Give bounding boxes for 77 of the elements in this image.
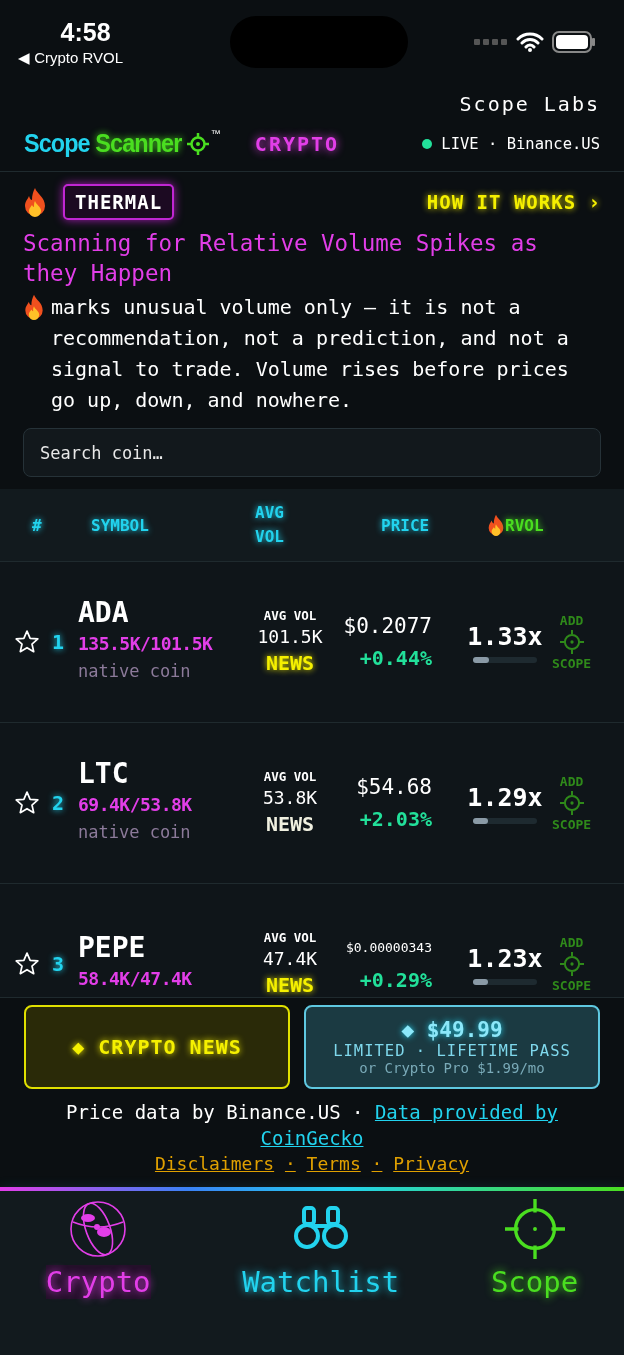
coin-note: native coin: [78, 660, 192, 683]
link-separator: ·: [371, 1153, 383, 1174]
price-change: +0.44%: [359, 645, 432, 672]
tab[interactable]: Crypto: [39, 1197, 157, 1311]
crosshair-icon: [559, 630, 584, 654]
signal-icon: [474, 38, 508, 46]
rank-number: 3: [50, 952, 65, 976]
disclaimer-text: marks unusual volume only — it is not a recommendation, not a prediction, and not a signal to trade. Volume rises before prices go up, down, and nowhere.: [51, 294, 570, 414]
column-header[interactable]: #: [32, 515, 42, 535]
search-field[interactable]: Search coin…: [23, 428, 601, 477]
trademark-mark: ™: [210, 128, 221, 139]
crosshair-icon: [559, 952, 584, 976]
rank-number: 1: [50, 630, 65, 654]
status-time: 4:58: [60, 17, 111, 47]
company-name: Scope Labs: [458, 91, 601, 116]
how-it-works-link[interactable]: HOW IT WORKS ›: [426, 191, 601, 213]
crosshair-icon: [186, 132, 209, 155]
news-link[interactable]: NEWS: [265, 809, 315, 839]
column-header[interactable]: PRICE: [381, 515, 430, 535]
add-scope-button[interactable]: ADD SCOPE: [552, 774, 592, 832]
coingecko-link[interactable]: CoinGecko: [260, 1127, 364, 1149]
coin-symbol[interactable]: LTC: [78, 757, 246, 791]
column-header[interactable]: AVG VOL: [255, 501, 305, 549]
rvol-value: 1.33x: [467, 621, 543, 651]
column-header[interactable]: SYMBOL: [91, 515, 149, 535]
volume-ratio: 69.4K/53.8K: [78, 793, 193, 817]
battery-icon: [552, 31, 596, 53]
star-icon[interactable]: [14, 790, 40, 816]
wifi-icon: [516, 32, 544, 52]
rvol-value: 1.23x: [467, 943, 543, 973]
link-separator: ·: [284, 1153, 296, 1174]
rvol-value: 1.29x: [467, 782, 543, 812]
tab[interactable]: Scope: [484, 1197, 585, 1311]
star-icon[interactable]: [14, 629, 40, 655]
price-change: +0.29%: [359, 967, 432, 994]
crosshair-icon: [503, 1199, 566, 1259]
price-source: Price data by Binance.US ·: [66, 1101, 364, 1123]
add-scope-button[interactable]: ADD SCOPE: [552, 613, 592, 671]
avg-vol-label: AVG VOL: [263, 929, 317, 947]
volume-ratio: 58.4K/47.4K: [78, 967, 193, 991]
legal-link[interactable]: Privacy: [393, 1153, 470, 1174]
avg-vol-label: AVG VOL: [263, 607, 317, 625]
avg-vol-label: AVG VOL: [263, 768, 317, 786]
price-change: +2.03%: [359, 806, 432, 833]
coin-price: $0.2077: [343, 613, 432, 640]
lifetime-pass-button[interactable]: ◆ $49.99 LIMITED · LIFETIME PASS or Crypto Pro $1.99/mo: [304, 1005, 600, 1089]
flame-icon: [23, 187, 47, 217]
rank-number: 2: [50, 791, 65, 815]
globe-icon: [69, 1199, 128, 1259]
thermal-badge: THERMAL: [63, 184, 175, 220]
coin-symbol[interactable]: PEPE: [78, 931, 246, 965]
crosshair-icon: [559, 791, 584, 815]
tagline: Scanning for Relative Volume Spikes as they Happen: [23, 229, 539, 288]
column-header[interactable]: RVOL: [505, 515, 544, 535]
legal-link[interactable]: Disclaimers: [154, 1153, 275, 1174]
news-link[interactable]: NEWS: [265, 970, 315, 997]
market-label: CRYPTO: [254, 131, 340, 156]
live-dot-icon: [422, 138, 433, 149]
avg-vol-value: 101.5K: [257, 626, 323, 648]
news-link[interactable]: NEWS: [265, 648, 315, 678]
live-status: LIVE · Binance.US: [441, 134, 600, 153]
avg-vol-value: 47.4K: [262, 948, 318, 970]
tab[interactable]: Watchlist: [236, 1197, 406, 1311]
flame-icon: [23, 294, 45, 320]
avg-vol-value: 53.8K: [262, 787, 318, 809]
coin-note: native coin: [78, 821, 192, 844]
coingecko-link[interactable]: Data provided by: [374, 1101, 558, 1123]
coin-price: $54.68: [356, 774, 432, 801]
star-icon[interactable]: [14, 951, 40, 977]
legal-link[interactable]: Terms: [306, 1153, 361, 1174]
coin-symbol[interactable]: ADA: [78, 596, 246, 630]
volume-ratio: 135.5K/101.5K: [78, 632, 214, 656]
back-link[interactable]: ◀ Crypto RVOL: [18, 48, 124, 67]
coin-price: $0.00000343: [345, 939, 432, 957]
brand-name: Scope Scanner: [24, 128, 182, 159]
add-scope-button[interactable]: ADD SCOPE: [552, 935, 592, 993]
crypto-news-button[interactable]: ◆ CRYPTO NEWS: [24, 1005, 290, 1089]
